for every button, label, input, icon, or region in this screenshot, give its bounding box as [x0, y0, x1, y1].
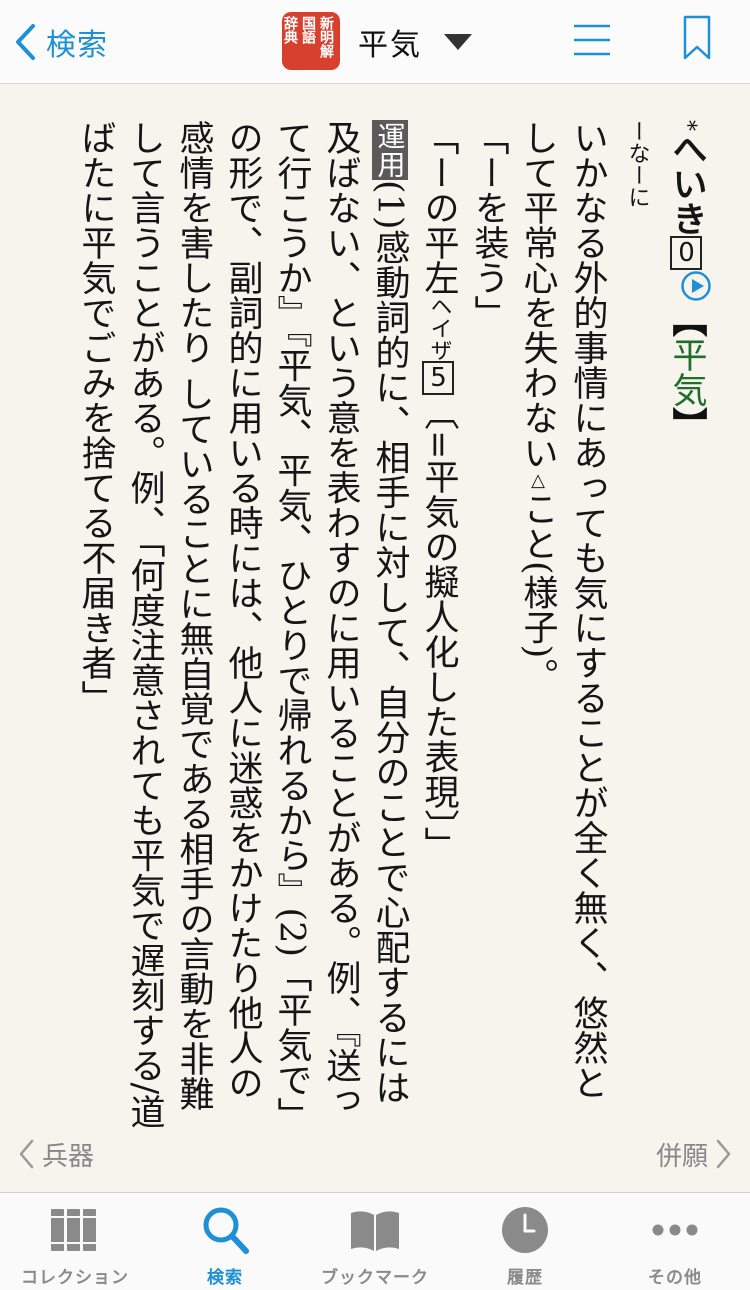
usage-label: 運用: [371, 120, 408, 180]
headword-line: *へいき0 【平気】: [662, 120, 713, 1130]
definition-line: いかなる外的事情にあっても気にすることが全く無く、悠然として平常心を失わない△こ…: [513, 120, 612, 1130]
page-title: 平気: [358, 28, 422, 63]
menu-icon[interactable]: [572, 20, 612, 60]
example-text: 〔=平気の擬人化した表現〕」: [418, 395, 459, 862]
next-entry-label: 併願: [655, 1141, 708, 1172]
example-line: 「ーを装う」: [464, 120, 513, 1130]
dropdown-triangle-icon: [444, 34, 472, 50]
accent-number: 0: [669, 236, 702, 270]
form-note: ーなーに: [624, 120, 650, 208]
chevron-right-icon: [716, 1139, 731, 1169]
entry-title-dropdown[interactable]: 平気: [358, 14, 472, 70]
tab-collection[interactable]: コレクション: [0, 1193, 150, 1290]
dictionary-entry: *へいき0 【平気】 ーなーに いかなる外的事情にあっても気にすることが全く無く、…: [71, 120, 713, 1130]
triangle-mark: △: [527, 470, 549, 491]
play-audio-icon[interactable]: [680, 270, 712, 302]
dictionary-logo: 新明解 国語 辞典: [282, 12, 340, 70]
tab-bar: コレクション 検索 ブックマーク 履歴 その他: [0, 1192, 750, 1290]
tab-label: ブックマーク: [321, 1268, 429, 1288]
form-note-line: ーなーに: [612, 120, 662, 1130]
tab-search[interactable]: 検索: [150, 1193, 300, 1290]
tab-label: その他: [648, 1268, 702, 1288]
tab-more[interactable]: その他: [600, 1193, 750, 1290]
definition-end: こと(様子)。: [517, 491, 558, 694]
tab-label: 履歴: [507, 1268, 543, 1288]
tab-history[interactable]: 履歴: [450, 1193, 600, 1290]
open-book-icon: [351, 1211, 399, 1251]
back-button[interactable]: 検索: [14, 14, 108, 70]
more-icon: [652, 1224, 698, 1236]
bracket-close: 】: [666, 407, 708, 442]
chevron-left-icon: [16, 24, 35, 60]
next-entry-link[interactable]: 併願: [656, 1132, 732, 1176]
search-icon: [203, 1207, 249, 1254]
chevron-left-icon: [19, 1139, 34, 1169]
tab-label: 検索: [207, 1268, 243, 1288]
example-text: 「ーを装う」: [468, 120, 509, 330]
tab-label: コレクション: [21, 1268, 129, 1288]
kanji-headword: 平気: [666, 337, 707, 407]
tab-bookmark[interactable]: ブックマーク: [300, 1193, 450, 1290]
logo-text: 国語: [300, 16, 316, 44]
logo-text: 辞典: [282, 16, 298, 44]
back-button-label: 検索: [46, 28, 108, 63]
example-text: 「ーの平左: [418, 120, 459, 295]
example-reading: ヘイザ: [426, 295, 452, 361]
bracket-open: 【: [666, 302, 708, 337]
headword-kana: へいき: [666, 131, 707, 236]
accent-number: 5: [421, 361, 454, 395]
clock-icon: [502, 1207, 548, 1253]
example-line: 「ーの平左ヘイザ5〔=平気の擬人化した表現〕」: [414, 120, 464, 1130]
navigation-bar: 検索 新明解 国語 辞典 平気: [0, 0, 750, 84]
usage-text: (1)感動詞的に、相手に対して、自分のことで心配するには及ばない、という意を表わ…: [75, 120, 410, 1130]
frequency-star: *: [674, 120, 700, 131]
usage-paragraph: 運用(1)感動詞的に、相手に対して、自分のことで心配するには及ばない、という意を…: [71, 120, 414, 1130]
bookmark-icon[interactable]: [682, 14, 712, 62]
logo-text: 新明解: [318, 16, 334, 58]
books-icon: [51, 1209, 96, 1251]
previous-entry-link[interactable]: 兵器: [18, 1132, 94, 1176]
previous-entry-label: 兵器: [42, 1141, 95, 1172]
